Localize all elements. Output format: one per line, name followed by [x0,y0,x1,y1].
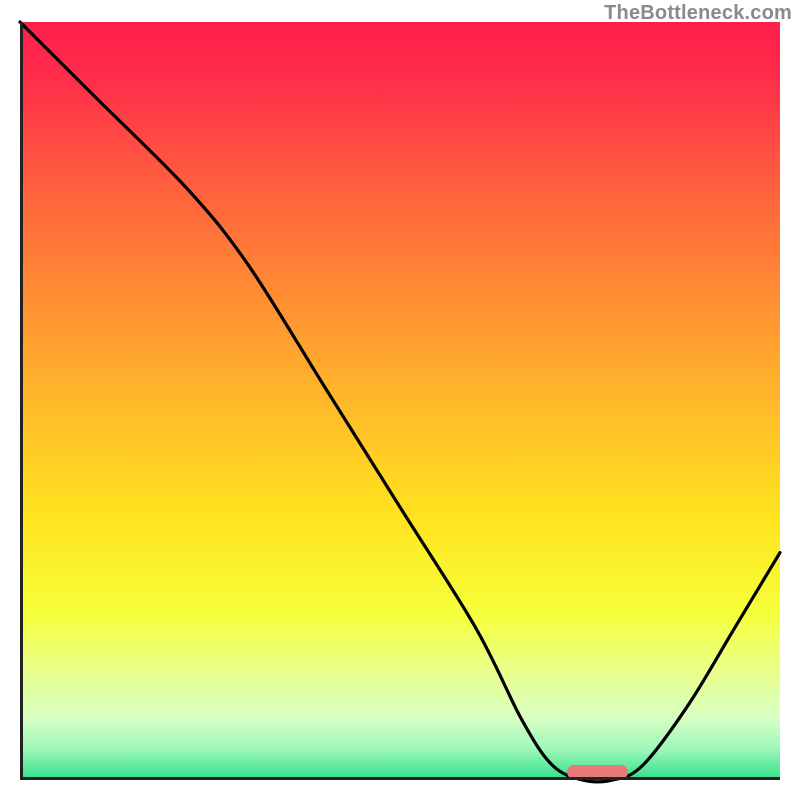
bottleneck-curve [20,22,780,780]
chart-container: TheBottleneck.com [0,0,800,800]
plot-area [20,22,780,780]
x-axis [20,777,780,780]
y-axis [20,22,23,780]
